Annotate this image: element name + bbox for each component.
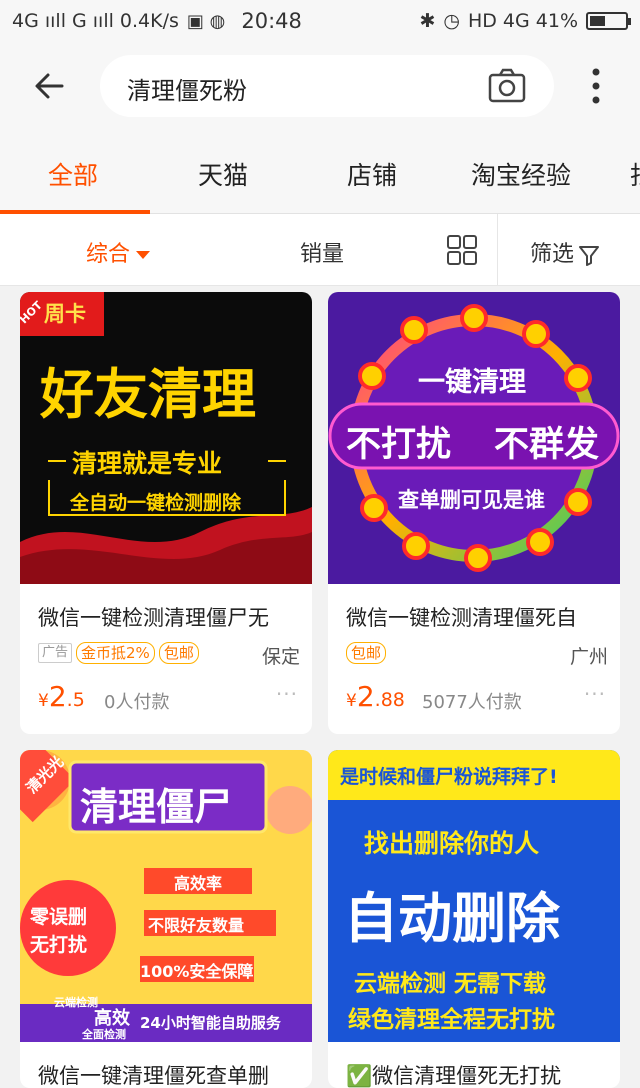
grid-view-icon[interactable] — [446, 234, 478, 266]
sort-sales[interactable]: 销量 — [300, 236, 344, 268]
poster-headline: 自动删除 — [344, 887, 560, 950]
product-image: 清光光 清理僵尸 高效率 不限好友数量 100%安全保障 零误删 无打扰 云端检… — [20, 750, 312, 1042]
back-arrow-icon[interactable] — [32, 66, 72, 106]
app-notification-icons: ▣ ◍ — [186, 10, 226, 32]
sort-bar: 综合 销量 筛选 — [0, 214, 640, 286]
product-image: 是时候和僵尸粉说拜拜了! 找出删除你的人 自动删除 云端检测 无需下载 绿色清理… — [328, 750, 620, 1042]
tab-tmall[interactable]: 天猫 — [198, 156, 248, 192]
tab-taobao-experience[interactable]: 淘宝经验 — [471, 156, 571, 192]
sort-comprehensive-label: 综合 — [86, 242, 131, 267]
product-price: ¥2.88 — [346, 680, 405, 713]
poster-bullet-2: 不限好友数量 — [148, 916, 245, 935]
filter-button[interactable]: 筛选 — [530, 236, 600, 268]
sales-count: 0人付款 — [104, 692, 170, 713]
status-bar: 4G ııll G ııll 0.4K/s ▣ ◍ 20:48 ✱ ◷ HD 4… — [0, 0, 640, 42]
product-title: 微信一键检测清理僵死自 — [346, 606, 577, 630]
search-header: 清理僵死粉 — [0, 42, 640, 130]
tab-more[interactable]: 找 — [630, 156, 640, 192]
ad-badge: 广告 — [38, 643, 73, 663]
poster-caption-2: 绿色清理全程无打扰 — [348, 1007, 555, 1033]
poster-headline: 一键清理 — [418, 367, 526, 398]
badge-text: 周卡 — [44, 302, 86, 326]
poster-foot-3: 全面检测 — [82, 1028, 126, 1041]
sort-divider — [497, 214, 498, 286]
battery-icon — [586, 12, 631, 30]
free-shipping-tag: 包邮 — [346, 642, 387, 664]
more-dots-icon[interactable]: ··· — [276, 682, 298, 706]
caret-down-icon — [136, 251, 151, 259]
seller-location: 广州 — [569, 646, 608, 668]
more-options-icon[interactable] — [585, 66, 607, 106]
poster-side-2: 无打扰 — [30, 934, 88, 956]
poster-foot-4: 24小时智能自助服务 — [140, 1014, 281, 1032]
product-tags: 广告 金币抵2% 包邮 — [38, 642, 199, 664]
poster-caption: 全自动一键检测删除 — [70, 492, 242, 514]
funnel-icon — [579, 246, 600, 266]
product-card[interactable]: 清光光 清理僵尸 高效率 不限好友数量 100%安全保障 零误删 无打扰 云端检… — [20, 750, 312, 1088]
product-price: ¥2.5 — [38, 680, 85, 713]
bluetooth-icon: ✱ — [419, 10, 436, 32]
free-shipping-tag: 包邮 — [158, 642, 199, 664]
coin-discount-tag: 金币抵2% — [76, 642, 155, 664]
category-tabs: 全部 天猫 店铺 淘宝经验 找 — [0, 130, 640, 214]
product-title: 微信一键清理僵死查单删 — [38, 1064, 269, 1088]
poster-headline: 清理僵尸 — [80, 785, 233, 829]
poster-feature-1: 不打扰 — [346, 425, 452, 465]
poster-caption: 查单删可见是谁 — [398, 488, 545, 512]
poster-side-1: 零误删 — [30, 906, 88, 928]
camera-icon[interactable] — [488, 67, 526, 105]
alarm-icon: ◷ — [443, 10, 460, 32]
network-info: HD 4G 41% — [467, 10, 578, 32]
product-card[interactable]: 一键清理 不打扰 不群发 查单删可见是谁 微信一键检测清理僵死自 包邮 广州 ¥… — [328, 292, 620, 734]
poster-headline: 好友清理 — [40, 363, 256, 426]
product-image: 周卡 HOT 好友清理 清理就是专业 全自动一键检测删除 — [20, 292, 312, 584]
product-image: 一键清理 不打扰 不群发 查单删可见是谁 — [328, 292, 620, 584]
filter-label: 筛选 — [530, 242, 575, 267]
product-card[interactable]: 周卡 HOT 好友清理 清理就是专业 全自动一键检测删除 微信一键检测清理僵尸无… — [20, 292, 312, 734]
poster-subtitle: 找出删除你的人 — [364, 829, 540, 858]
sales-count: 5077人付款 — [422, 692, 522, 713]
product-title: ✅微信清理僵死无打扰 — [346, 1064, 562, 1088]
search-input[interactable]: 清理僵死粉 — [100, 55, 554, 117]
poster-caption-1: 云端检测 无需下载 — [354, 971, 547, 997]
poster-foot-1: 云端检测 — [54, 996, 98, 1009]
poster-feature-2: 不群发 — [494, 425, 600, 465]
product-card[interactable]: 是时候和僵尸粉说拜拜了! 找出删除你的人 自动删除 云端检测 无需下载 绿色清理… — [328, 750, 620, 1088]
poster-bullet-1: 高效率 — [174, 874, 223, 893]
tab-all[interactable]: 全部 — [48, 156, 98, 192]
tab-shops[interactable]: 店铺 — [347, 156, 397, 192]
more-dots-icon[interactable]: ··· — [584, 682, 606, 706]
poster-top-text: 是时候和僵尸粉说拜拜了! — [340, 766, 558, 788]
product-title: 微信一键检测清理僵尸无 — [38, 606, 269, 630]
product-tags: 包邮 — [346, 642, 387, 664]
search-query: 清理僵死粉 — [127, 77, 247, 105]
clock: 20:48 — [241, 9, 302, 33]
poster-subtitle: 清理就是专业 — [72, 449, 223, 478]
sort-comprehensive[interactable]: 综合 — [86, 236, 151, 268]
poster-bullet-3: 100%安全保障 — [140, 962, 254, 981]
signal-info: 4G ııll G ııll 0.4K/s — [12, 10, 179, 32]
seller-location: 保定 — [261, 646, 300, 668]
